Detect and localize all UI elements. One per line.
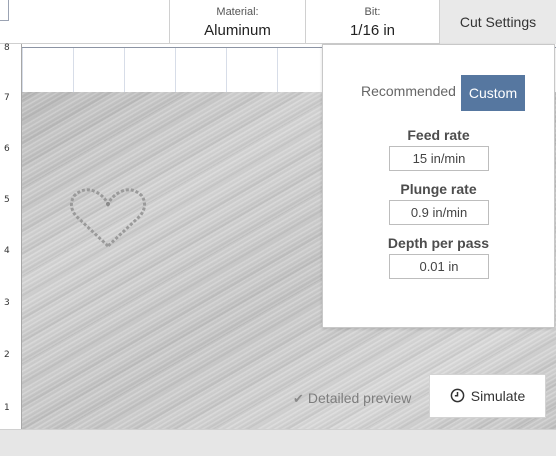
- status-bar: [0, 429, 556, 456]
- recommended-option[interactable]: Recommended: [361, 83, 456, 99]
- detailed-preview-label: Detailed preview: [307, 390, 412, 406]
- clock-icon: [450, 388, 465, 403]
- y-tick: 7: [4, 93, 10, 103]
- feed-rate-input[interactable]: 15 in/min: [389, 146, 489, 171]
- y-tick: 3: [4, 298, 10, 308]
- cut-settings-panel: Recommended Custom Feed rate 15 in/min P…: [322, 44, 555, 328]
- bit-selector[interactable]: Bit: 1/16 in: [305, 0, 439, 44]
- y-axis: 8 7 6 5 4 3 2 1: [0, 43, 22, 429]
- toolbar-edge: [0, 0, 9, 21]
- cut-settings-button[interactable]: Cut Settings: [439, 0, 556, 44]
- y-tick: 2: [4, 350, 10, 360]
- y-tick: 4: [4, 246, 10, 256]
- material-value: Aluminum: [204, 22, 271, 39]
- custom-option[interactable]: Custom: [461, 75, 525, 111]
- simulate-label: Simulate: [470, 388, 526, 404]
- plunge-rate-input[interactable]: 0.9 in/min: [389, 200, 489, 225]
- y-tick: 1: [4, 403, 10, 413]
- heart-shape[interactable]: [68, 186, 148, 252]
- y-tick: 8: [4, 43, 10, 53]
- bit-value: 1/16 in: [349, 22, 396, 39]
- y-tick: 5: [4, 195, 10, 205]
- depth-per-pass-label: Depth per pass: [387, 235, 490, 251]
- plunge-rate-label: Plunge rate: [400, 181, 477, 197]
- y-tick: 6: [4, 144, 10, 154]
- material-label: Material:: [216, 6, 259, 18]
- depth-per-pass-input[interactable]: 0.01 in: [389, 254, 489, 279]
- top-toolbar: Material: Aluminum Bit: 1/16 in Cut Sett…: [0, 0, 556, 44]
- bit-label: Bit:: [364, 6, 381, 18]
- detailed-preview-toggle[interactable]: ✔ Detailed preview: [293, 390, 411, 407]
- check-icon: ✔: [293, 391, 304, 406]
- simulate-button[interactable]: Simulate: [429, 374, 546, 418]
- material-selector[interactable]: Material: Aluminum: [169, 0, 305, 44]
- feed-rate-label: Feed rate: [407, 127, 470, 143]
